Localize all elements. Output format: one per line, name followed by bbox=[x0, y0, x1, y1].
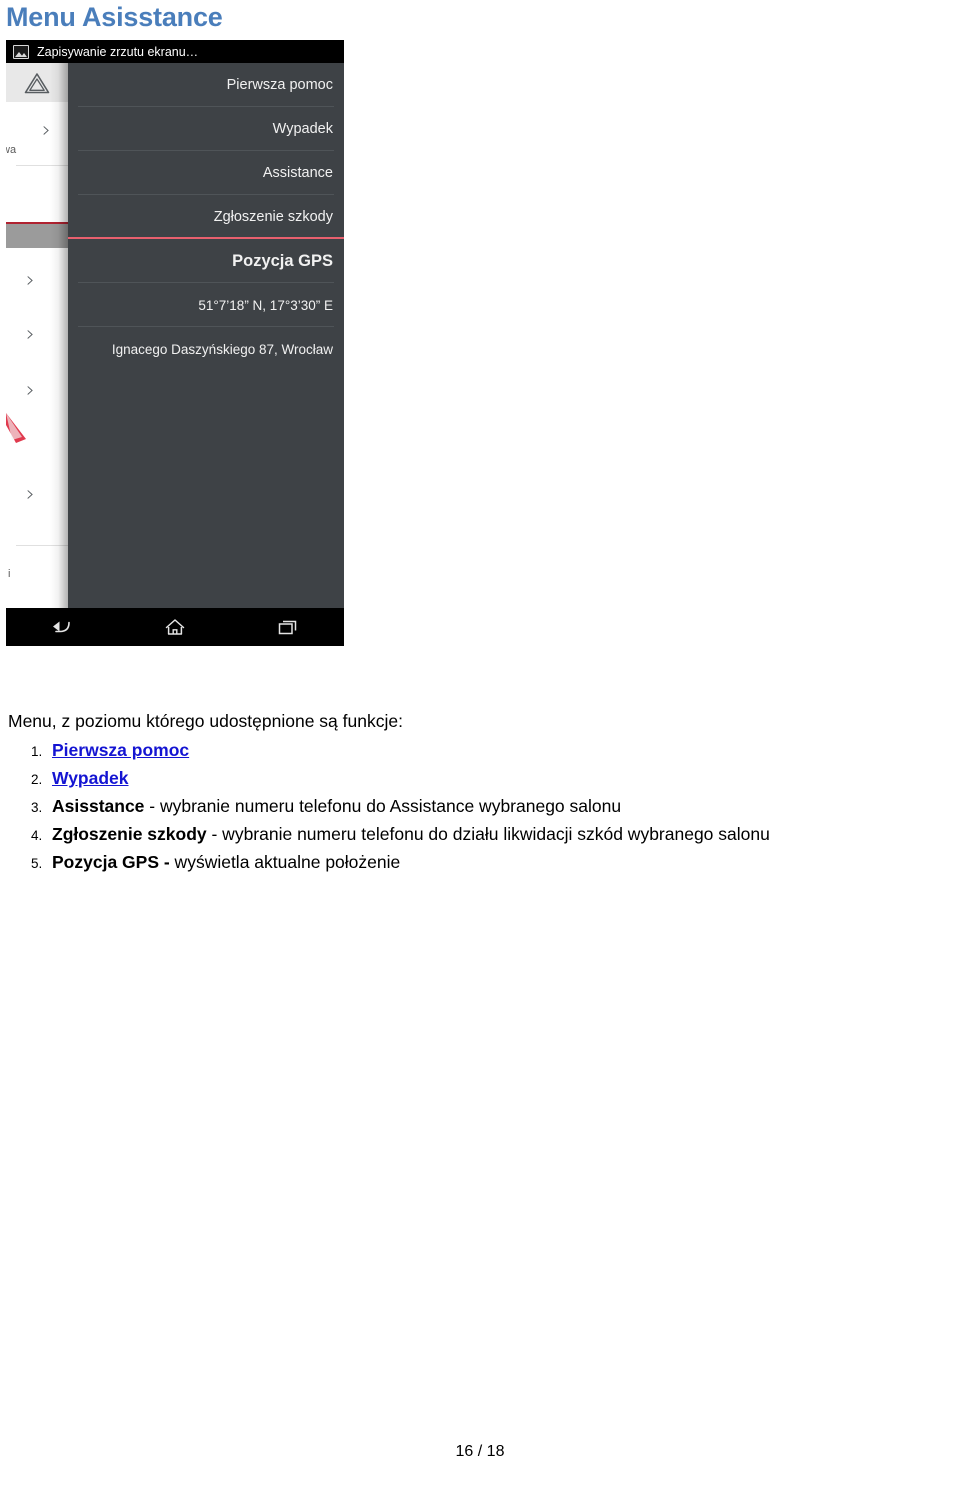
menu-item-label: Wypadek bbox=[272, 121, 333, 137]
list-divider bbox=[16, 165, 68, 166]
recent-apps-button[interactable] bbox=[267, 614, 309, 640]
list-item-term: Pozycja GPS - bbox=[52, 852, 170, 872]
list-item-term[interactable]: Wypadek bbox=[52, 768, 129, 788]
menu-item-label: Pierwsza pomoc bbox=[226, 77, 333, 93]
background-gray-band bbox=[6, 224, 68, 248]
background-list-item[interactable]: i bbox=[6, 546, 68, 608]
list-item-rest: wyświetla aktualne położenie bbox=[169, 852, 401, 872]
functions-list: Pierwsza pomoc Wypadek Asisstance - wybr… bbox=[8, 736, 948, 876]
chevron-right-icon: › bbox=[26, 378, 35, 403]
list-item-term: Zgłoszenie szkody bbox=[52, 824, 207, 844]
list-item-term[interactable]: Pierwsza pomoc bbox=[52, 740, 189, 760]
menu-item-wypadek[interactable]: Wypadek bbox=[68, 107, 344, 151]
list-item: Pierwsza pomoc bbox=[46, 736, 948, 764]
list-item: Asisstance - wybranie numeru telefonu do… bbox=[46, 792, 948, 820]
screenshot-image-icon bbox=[13, 44, 29, 59]
menu-item-zgloszenie-szkody[interactable]: Zgłoszenie szkody bbox=[68, 195, 344, 239]
menu-item-pozycja-gps[interactable]: Pozycja GPS bbox=[68, 239, 344, 283]
home-icon bbox=[165, 619, 185, 635]
list-item-rest: - wybranie numeru telefonu do Assistance… bbox=[144, 796, 622, 816]
background-list-item[interactable]: › bbox=[6, 248, 68, 308]
background-list-item[interactable]: › bbox=[6, 458, 68, 546]
body-copy: Menu, z poziomu którego udostępnione są … bbox=[8, 707, 948, 876]
chevron-right-icon: › bbox=[26, 268, 35, 293]
page-title: Menu Asisstance bbox=[6, 2, 223, 32]
list-item-rest: - wybranie numeru telefonu do działu lik… bbox=[206, 824, 770, 844]
page-footer: 16 / 18 bbox=[455, 1443, 505, 1460]
chevron-right-icon: › bbox=[42, 118, 51, 143]
gps-coordinates-row: 51°7’18” N, 17°3’30” E bbox=[68, 283, 344, 327]
phone-screenshot-image: Zapisywanie zrzutu ekranu… › wa › › › bbox=[6, 40, 344, 646]
intro-paragraph: Menu, z poziomu którego udostępnione są … bbox=[8, 711, 403, 731]
red-ribbon-graphic bbox=[6, 413, 26, 443]
list-item: Pozycja GPS - wyświetla aktualne położen… bbox=[46, 848, 948, 876]
background-list-item[interactable]: › bbox=[6, 308, 68, 364]
menu-item-assistance[interactable]: Assistance bbox=[68, 151, 344, 195]
background-partial-label-top: wa bbox=[6, 144, 17, 156]
background-header-row bbox=[6, 63, 68, 102]
back-icon bbox=[53, 621, 71, 633]
chevron-right-icon: › bbox=[26, 322, 35, 347]
recent-apps-icon bbox=[278, 620, 296, 634]
gps-address-row: Ignacego Daszyńskiego 87, Wrocław bbox=[68, 327, 344, 371]
assistance-menu-panel: Pierwsza pomoc Wypadek Assistance Zgłosz… bbox=[68, 63, 344, 625]
chevron-right-icon: › bbox=[26, 482, 35, 507]
gps-address-label: Ignacego Daszyńskiego 87, Wrocław bbox=[111, 341, 333, 357]
status-bar-text: Zapisywanie zrzutu ekranu… bbox=[37, 44, 199, 59]
menu-item-label: Pozycja GPS bbox=[232, 251, 333, 270]
background-app-list: › wa › › › › i bbox=[6, 63, 68, 625]
list-item: Zgłoszenie szkody - wybranie numeru tele… bbox=[46, 820, 948, 848]
background-list-item[interactable]: › bbox=[6, 364, 68, 420]
background-list-item[interactable]: › wa bbox=[6, 102, 68, 166]
gps-coordinates-label: 51°7’18” N, 17°3’30” E bbox=[198, 297, 333, 313]
menu-empty-space bbox=[68, 371, 344, 571]
menu-item-label: Zgłoszenie szkody bbox=[213, 209, 333, 225]
android-status-bar: Zapisywanie zrzutu ekranu… bbox=[6, 40, 344, 63]
back-button[interactable] bbox=[41, 614, 83, 640]
hazard-triangle-icon bbox=[24, 73, 50, 94]
list-item-term: Asisstance bbox=[52, 796, 145, 816]
menu-item-label: Assistance bbox=[262, 165, 333, 181]
home-button[interactable] bbox=[154, 614, 196, 640]
list-item: Wypadek bbox=[46, 764, 948, 792]
android-navigation-bar bbox=[6, 608, 344, 646]
menu-item-pierwsza-pomoc[interactable]: Pierwsza pomoc bbox=[68, 63, 344, 107]
background-partial-label-bottom: i bbox=[8, 568, 11, 580]
